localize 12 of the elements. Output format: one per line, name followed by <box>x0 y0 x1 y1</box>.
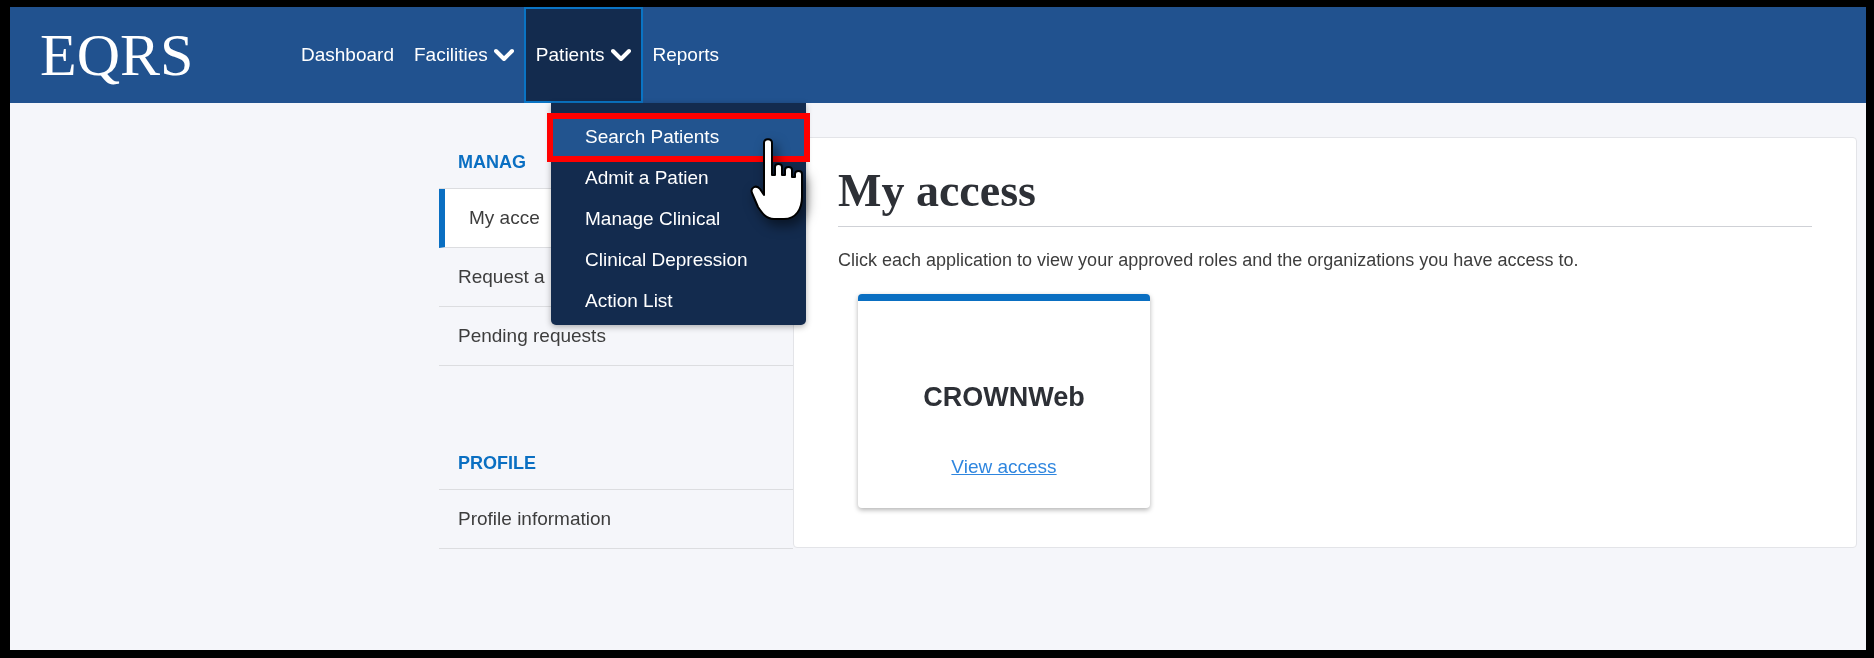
nav-item[interactable]: Patients <box>523 7 643 103</box>
menu-item[interactable]: Clinical Depression <box>551 240 806 281</box>
nav-item[interactable]: Dashboard <box>291 7 404 103</box>
application-card[interactable]: CROWNWeb View access <box>858 293 1150 508</box>
menu-item[interactable]: Manage Clinical <box>551 199 806 240</box>
logo[interactable]: EQRS <box>40 25 194 85</box>
nav-item[interactable]: Reports <box>642 7 730 103</box>
page-title: My access <box>838 162 1812 227</box>
view-access-link[interactable]: View access <box>951 453 1057 482</box>
application-name: CROWNWeb <box>923 380 1085 414</box>
description-text: Click each application to view your approved roles and the organizations you have access to. <box>838 248 1580 272</box>
nav-item[interactable]: Facilities <box>403 7 524 103</box>
